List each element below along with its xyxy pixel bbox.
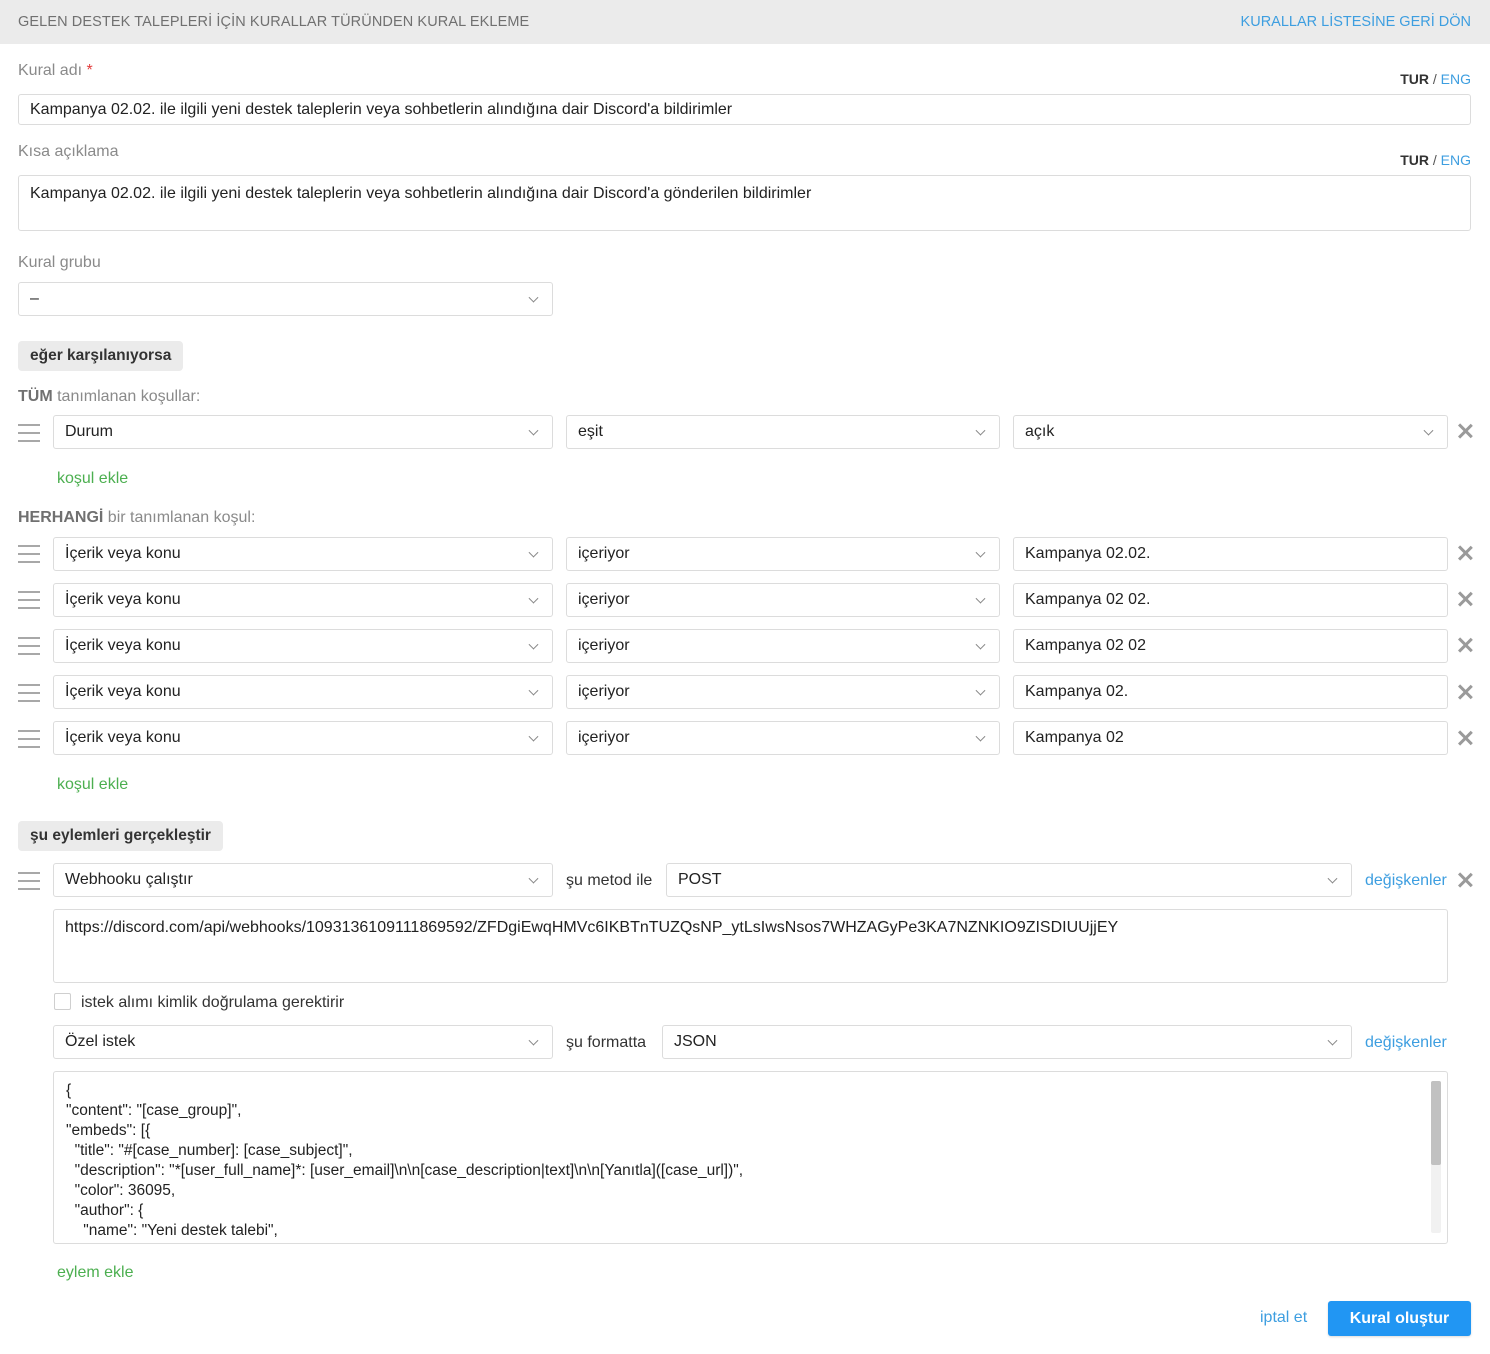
- add-condition-all-link[interactable]: koşul ekle: [57, 470, 128, 488]
- drag-handle-icon[interactable]: [18, 424, 40, 442]
- request-type-select[interactable]: Özel istek: [53, 1025, 553, 1059]
- condition-field-select[interactable]: İçerik veya konu: [53, 583, 553, 617]
- required-mark: *: [86, 62, 93, 79]
- any-conditions-title: HERHANGİ bir tanımlanan koşul:: [18, 509, 256, 526]
- lang-tur[interactable]: TUR: [1400, 71, 1429, 87]
- editor-scrollbar[interactable]: [1431, 1081, 1441, 1233]
- format-select[interactable]: JSON: [662, 1025, 1352, 1059]
- condition-field-select[interactable]: Durum: [53, 415, 553, 449]
- rule-name-input[interactable]: Kampanya 02.02. ile ilgili yeni destek t…: [18, 94, 1471, 125]
- condition-operator-select[interactable]: eşit: [566, 415, 1000, 449]
- lang-tur[interactable]: TUR: [1400, 152, 1429, 168]
- auth-required-checkbox[interactable]: [54, 993, 71, 1010]
- lang-eng[interactable]: ENG: [1441, 71, 1471, 87]
- condition-operator-select[interactable]: içeriyor: [566, 675, 1000, 709]
- condition-operator-select[interactable]: içeriyor: [566, 629, 1000, 663]
- remove-action-icon[interactable]: [1457, 872, 1473, 888]
- remove-condition-icon[interactable]: [1457, 591, 1473, 607]
- condition-value-input[interactable]: Kampanya 02 02: [1013, 629, 1448, 663]
- action-type-select[interactable]: Webhooku çalıştır: [53, 863, 553, 897]
- short-desc-label: Kısa açıklama: [18, 143, 119, 160]
- rule-group-select[interactable]: –: [18, 282, 553, 316]
- format-label: şu formatta: [566, 1034, 647, 1051]
- remove-condition-icon[interactable]: [1457, 545, 1473, 561]
- condition-field-select[interactable]: İçerik veya konu: [53, 629, 553, 663]
- rule-group-label: Kural grubu: [18, 254, 101, 271]
- all-conditions-title: TÜM tanımlanan koşullar:: [18, 388, 201, 405]
- request-body-code: { "content": "[case_group]", "embeds": […: [66, 1082, 744, 1239]
- add-action-link[interactable]: eylem ekle: [57, 1264, 133, 1282]
- drag-handle-icon[interactable]: [18, 684, 40, 702]
- back-to-rules-link[interactable]: KURALLAR LİSTESİNE GERİ DÖN: [1241, 14, 1471, 30]
- lang-eng[interactable]: ENG: [1441, 152, 1471, 168]
- format-variables-link[interactable]: değişkenler: [1365, 1034, 1447, 1052]
- drag-handle-icon[interactable]: [18, 545, 40, 563]
- drag-handle-icon[interactable]: [18, 872, 40, 890]
- condition-operator-select[interactable]: içeriyor: [566, 583, 1000, 617]
- condition-field-select[interactable]: İçerik veya konu: [53, 721, 553, 755]
- editor-scrollbar-thumb[interactable]: [1431, 1081, 1441, 1165]
- create-rule-button[interactable]: Kural oluştur: [1328, 1301, 1471, 1336]
- variables-link[interactable]: değişkenler: [1365, 872, 1447, 890]
- method-label: şu metod ile: [566, 872, 653, 889]
- condition-value-select[interactable]: açık: [1013, 415, 1448, 449]
- request-body-editor[interactable]: { "content": "[case_group]", "embeds": […: [53, 1071, 1448, 1244]
- rule-name-label: Kural adı *: [18, 62, 93, 79]
- remove-condition-icon[interactable]: [1457, 637, 1473, 653]
- page-header: GELEN DESTEK TALEPLERİ İÇİN KURALLAR TÜR…: [0, 0, 1490, 44]
- drag-handle-icon[interactable]: [18, 730, 40, 748]
- drag-handle-icon[interactable]: [18, 637, 40, 655]
- short-desc-lang-switch: TUR / ENG: [1400, 152, 1471, 168]
- condition-value-input[interactable]: Kampanya 02.02.: [1013, 537, 1448, 571]
- remove-condition-icon[interactable]: [1457, 684, 1473, 700]
- remove-condition-icon[interactable]: [1457, 730, 1473, 746]
- actions-section-header: şu eylemleri gerçekleştir: [18, 821, 223, 851]
- drag-handle-icon[interactable]: [18, 591, 40, 609]
- auth-required-label: istek alımı kimlik doğrulama gerektirir: [81, 994, 345, 1011]
- add-condition-any-link[interactable]: koşul ekle: [57, 776, 128, 794]
- condition-value-input[interactable]: Kampanya 02 02.: [1013, 583, 1448, 617]
- condition-operator-select[interactable]: içeriyor: [566, 537, 1000, 571]
- condition-field-select[interactable]: İçerik veya konu: [53, 675, 553, 709]
- condition-field-select[interactable]: İçerik veya konu: [53, 537, 553, 571]
- method-select[interactable]: POST: [666, 863, 1352, 897]
- condition-value-input[interactable]: Kampanya 02: [1013, 721, 1448, 755]
- condition-value-input[interactable]: Kampanya 02.: [1013, 675, 1448, 709]
- if-section-header: eğer karşılanıyorsa: [18, 341, 184, 371]
- condition-operator-select[interactable]: içeriyor: [566, 721, 1000, 755]
- page-title: GELEN DESTEK TALEPLERİ İÇİN KURALLAR TÜR…: [18, 14, 530, 30]
- short-desc-textarea[interactable]: Kampanya 02.02. ile ilgili yeni destek t…: [18, 175, 1471, 231]
- rule-name-lang-switch: TUR / ENG: [1400, 71, 1471, 87]
- webhook-url-textarea[interactable]: https://discord.com/api/webhooks/1093136…: [53, 909, 1448, 983]
- cancel-button[interactable]: iptal et: [1260, 1309, 1307, 1327]
- remove-condition-icon[interactable]: [1457, 423, 1473, 439]
